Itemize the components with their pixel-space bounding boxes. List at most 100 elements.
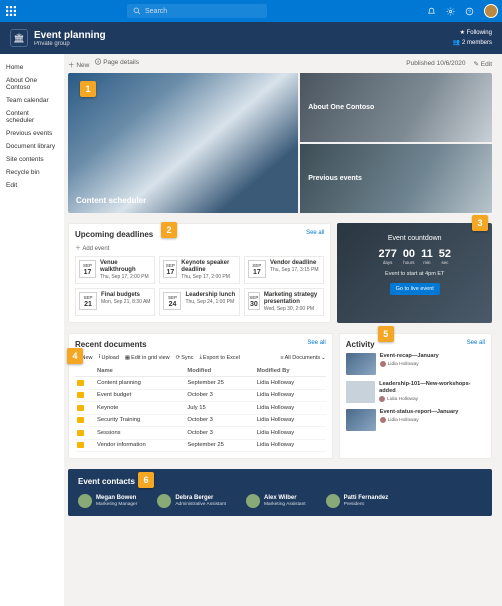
table-row[interactable]: Sessions October 3 Lidia Holloway <box>75 427 326 440</box>
countdown-part: 11min <box>421 248 433 265</box>
search-box[interactable]: Search <box>127 4 267 18</box>
annotation-4: 4 <box>67 348 83 364</box>
event-date: SEP17 <box>79 260 96 278</box>
table-row[interactable]: Vendor information September 25 Lidia Ho… <box>75 439 326 452</box>
nav-recycle[interactable]: Recycle bin <box>6 167 58 180</box>
docs-upload[interactable]: ⭱ Upload <box>99 353 119 362</box>
activity-webpart: 5 Activity See all Event-recap—January L… <box>339 333 492 459</box>
col-name[interactable]: Name <box>95 366 185 377</box>
docs-sync[interactable]: ⟳ Sync <box>176 355 194 361</box>
avatar-icon <box>379 396 385 402</box>
contact-person[interactable]: Debra BergerAdministrative Assistant <box>157 494 226 508</box>
event-date: SEP17 <box>163 260 177 278</box>
nav-previous[interactable]: Previous events <box>6 128 58 141</box>
nav-about[interactable]: About One Contoso <box>6 75 58 95</box>
activity-seeall[interactable]: See all <box>467 340 485 346</box>
contact-person[interactable]: Alex WilberMarketing Assistant <box>246 494 306 508</box>
folder-icon <box>77 417 84 423</box>
suite-bar: Search ? <box>0 0 502 22</box>
event-card[interactable]: SEP30 Marketing strategy presentationWed… <box>244 288 324 316</box>
nav-contents[interactable]: Site contents <box>6 154 58 167</box>
doc-modifiedby: Lidia Holloway <box>255 377 326 390</box>
nav-docs[interactable]: Document library <box>6 141 58 154</box>
activity-item[interactable]: Event-recap—January Lidia Holloway <box>346 353 485 375</box>
page-details-button[interactable]: 🛈 Page details <box>95 58 139 69</box>
doc-modifiedby: Lidia Holloway <box>255 439 326 452</box>
event-date: SEP30 <box>248 292 260 310</box>
event-card[interactable]: SEP17 Venue walkthroughThu, Sep 17, 2:00… <box>75 256 155 284</box>
follow-link[interactable]: ★ Following <box>453 28 492 38</box>
event-subtitle: Thu, Sep 17, 2:00 PM <box>181 274 236 280</box>
docs-toolbar: ＋ New ⭱ Upload ▦ Edit in grid view ⟳ Syn… <box>75 353 326 362</box>
activity-item-by: Lidia Holloway <box>380 361 439 367</box>
app-launcher[interactable] <box>0 0 22 22</box>
activity-item-title: Event-status-report—January <box>380 409 459 416</box>
contact-person[interactable]: Patti FernandezPresident <box>326 494 389 508</box>
docs-grid[interactable]: ▦ Edit in grid view <box>125 355 170 361</box>
activity-item-by: Lidia Holloway <box>380 417 459 423</box>
event-date: SEP24 <box>163 292 181 310</box>
doc-name: Security Training <box>95 414 185 427</box>
hero-tile-previous[interactable]: Previous events <box>300 144 492 213</box>
table-row[interactable]: Keynote July 15 Lidia Holloway <box>75 402 326 415</box>
site-logo[interactable]: 🏛 <box>10 29 28 47</box>
docs-seeall[interactable]: See all <box>307 340 325 346</box>
event-card[interactable]: SEP21 Final budgetsMon, Sep 21, 8:30 AM <box>75 288 155 316</box>
nav-calendar[interactable]: Team calendar <box>6 95 58 108</box>
left-nav: Home About One Contoso Team calendar Con… <box>0 54 64 606</box>
activity-thumb <box>346 381 375 403</box>
hero-main-tile[interactable]: Content scheduler <box>68 73 298 213</box>
docs-title: Recent documents <box>75 340 326 349</box>
notifications-icon[interactable] <box>427 7 436 16</box>
countdown-note: Event to start at 4pm ET <box>345 271 484 277</box>
doc-name: Event budget <box>95 389 185 402</box>
event-card[interactable]: SEP24 Leadership lunchThu, Sep 24, 1:00 … <box>159 288 239 316</box>
countdown-part: 00hours <box>403 248 415 265</box>
page-command-bar: ＋ New 🛈 Page details Published 10/6/2020… <box>68 58 492 69</box>
person-avatar <box>246 494 260 508</box>
nav-home[interactable]: Home <box>6 62 58 75</box>
docs-export[interactable]: ⤓ Export to Excel <box>199 354 239 361</box>
settings-icon[interactable] <box>446 7 455 16</box>
user-avatar[interactable] <box>484 4 498 18</box>
activity-item[interactable]: Event-status-report—January Lidia Hollow… <box>346 409 485 431</box>
activity-thumb <box>346 409 376 431</box>
event-date: SEP21 <box>79 292 97 310</box>
table-row[interactable]: Security Training October 3 Lidia Hollow… <box>75 414 326 427</box>
event-subtitle: Wed, Sep 30, 2:00 PM <box>264 306 321 312</box>
deadlines-title: Upcoming deadlines <box>75 230 324 239</box>
search-icon <box>133 7 141 15</box>
table-row[interactable]: Event budget October 3 Lidia Holloway <box>75 389 326 402</box>
event-title: Final budgets <box>101 292 150 299</box>
deadlines-seeall[interactable]: See all <box>306 230 324 236</box>
doc-name: Sessions <box>95 427 185 440</box>
doc-name: Vendor information <box>95 439 185 452</box>
activity-title: Activity <box>346 340 485 349</box>
nav-scheduler[interactable]: Content scheduler <box>6 108 58 128</box>
col-modifiedby[interactable]: Modified By <box>255 366 326 377</box>
add-event-button[interactable]: ＋ Add event <box>75 243 324 252</box>
event-title: Marketing strategy presentation <box>264 292 321 306</box>
event-title: Venue walkthrough <box>100 260 152 274</box>
doc-modified: September 25 <box>185 439 254 452</box>
event-date: SEP17 <box>248 260 266 278</box>
hero-tile-about[interactable]: About One Contoso <box>300 73 492 142</box>
nav-edit[interactable]: Edit <box>6 180 58 193</box>
hero-main-label: Content scheduler <box>76 196 146 205</box>
go-live-button[interactable]: Go to live event <box>390 283 440 295</box>
event-card[interactable]: SEP17 Keynote speaker deadlineThu, Sep 1… <box>159 256 239 284</box>
countdown-part: 277days <box>378 248 396 265</box>
contact-person[interactable]: Megan BowenMarketing Manager <box>78 494 137 508</box>
event-card[interactable]: SEP17 Vendor deadlineThu, Sep 17, 3:15 P… <box>244 256 324 284</box>
members-link[interactable]: 👥 2 members <box>453 38 492 48</box>
docs-view[interactable]: ≡ All Documents ⌄ <box>280 355 325 361</box>
new-button[interactable]: ＋ New <box>68 59 89 69</box>
edit-page-button[interactable]: ✎ Edit <box>474 60 492 68</box>
activity-item[interactable]: Leadership-101—New-workshops-added Lidia… <box>346 381 485 403</box>
help-icon[interactable]: ? <box>465 7 474 16</box>
svg-text:?: ? <box>468 9 471 14</box>
table-row[interactable]: Content planning September 25 Lidia Holl… <box>75 377 326 390</box>
doc-modified: July 15 <box>185 402 254 415</box>
col-modified[interactable]: Modified <box>185 366 254 377</box>
countdown-part: 52sec <box>439 248 451 265</box>
